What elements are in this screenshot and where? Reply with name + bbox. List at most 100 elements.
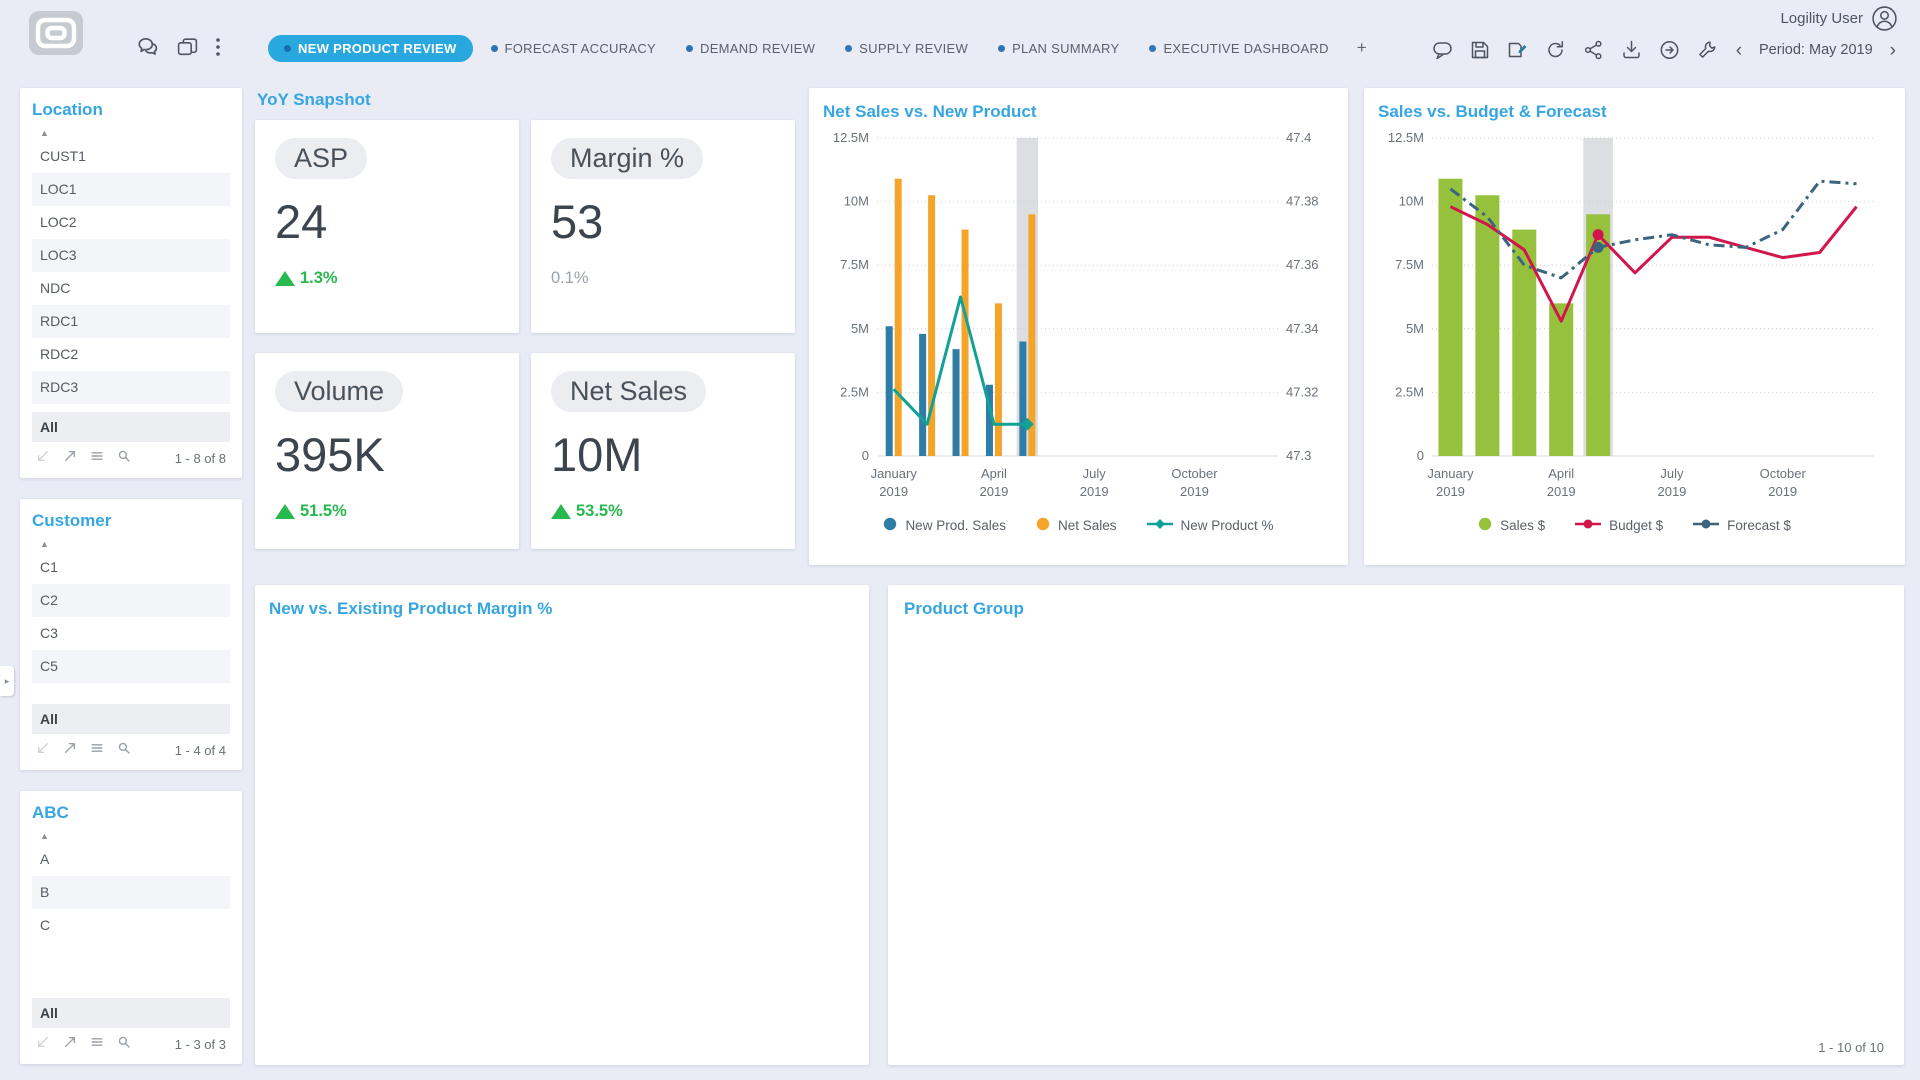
pagination-label: 1 - 10 of 10: [1818, 1040, 1884, 1055]
tab-dot-icon: [284, 45, 291, 52]
tab-plan-summary[interactable]: PLAN SUMMARY: [986, 35, 1131, 62]
legend-swatch-icon: [1036, 517, 1050, 534]
kpi-delta: 1.3%: [275, 269, 338, 288]
filter-item-loc1[interactable]: LOC1: [32, 173, 230, 206]
filter-list: CUST1LOC1LOC2LOC3NDCRDC1RDC2RDC3: [32, 140, 230, 404]
legend-item-net-sales[interactable]: Net Sales: [1036, 517, 1117, 534]
period-next-button[interactable]: ›: [1888, 41, 1898, 60]
filter-item-c3[interactable]: C3: [32, 617, 230, 650]
save-icon[interactable]: [1469, 39, 1491, 61]
kpi-value: 53: [551, 194, 603, 249]
legend-label: Sales $: [1500, 518, 1545, 533]
net-sales-vs-new-product-svg[interactable]: 12.5M47.410M47.387.5M47.365M47.342.5M47.…: [823, 126, 1334, 510]
tab-dot-icon: [998, 45, 1005, 52]
filter-item-all[interactable]: All: [32, 998, 230, 1028]
user-menu[interactable]: Logility User: [1780, 5, 1898, 32]
legend-item-new-prod-sales[interactable]: New Prod. Sales: [883, 517, 1006, 534]
go-arrow-circle-icon[interactable]: [1658, 39, 1681, 61]
table-title: Product Group: [904, 599, 1888, 619]
tab-label: DEMAND REVIEW: [700, 41, 815, 56]
sort-ascending-icon[interactable]: ▲: [40, 128, 230, 138]
filter-item-all[interactable]: All: [32, 412, 230, 442]
svg-text:2019: 2019: [1657, 484, 1686, 499]
tab-executive-dashboard[interactable]: EXECUTIVE DASHBOARD: [1137, 35, 1340, 62]
filter-list: C1C2C3C5: [32, 551, 230, 683]
filter-item-cust1[interactable]: CUST1: [32, 140, 230, 173]
legend-swatch-icon: [1693, 518, 1719, 533]
add-tab-button[interactable]: +: [1347, 34, 1377, 62]
svg-text:5M: 5M: [1406, 321, 1424, 336]
sales-vs-budget-forecast-panel: Sales vs. Budget & Forecast 12.5M10M7.5M…: [1364, 88, 1905, 565]
filter-item-c2[interactable]: C2: [32, 584, 230, 617]
filter-item-rdc3[interactable]: RDC3: [32, 371, 230, 404]
kebab-menu-icon[interactable]: [215, 36, 221, 58]
legend-item-budget-[interactable]: Budget $: [1575, 518, 1663, 533]
filter-item-c1[interactable]: C1: [32, 551, 230, 584]
legend-item-forecast-[interactable]: Forecast $: [1693, 518, 1791, 533]
search-icon[interactable]: [117, 1035, 131, 1054]
sidebar-collapse-handle[interactable]: ▸: [0, 666, 14, 696]
tab-new-product-review[interactable]: NEW PRODUCT REVIEW: [268, 35, 473, 62]
topbar-controls: ‹ Period: May 2019 ›: [1431, 39, 1898, 61]
filter-item-c5[interactable]: C5: [32, 650, 230, 683]
topbar-left-icons: [136, 36, 221, 58]
drill-up-icon[interactable]: [63, 1035, 77, 1054]
legend-label: Forecast $: [1727, 518, 1791, 533]
period-prev-button[interactable]: ‹: [1734, 41, 1744, 60]
sort-ascending-icon[interactable]: ▲: [40, 539, 230, 549]
kpi-label: Net Sales: [551, 371, 706, 412]
comment-icon[interactable]: [1431, 39, 1454, 61]
pagination-label: 1 - 4 of 4: [175, 743, 226, 758]
drill-up-icon[interactable]: [63, 741, 77, 760]
wrench-icon[interactable]: [1696, 39, 1719, 61]
chat-icon[interactable]: [136, 36, 160, 58]
tab-label: EXECUTIVE DASHBOARD: [1163, 41, 1328, 56]
refresh-icon[interactable]: [1544, 39, 1567, 61]
menu-icon[interactable]: [90, 741, 104, 760]
drill-down-icon[interactable]: [36, 449, 50, 468]
filter-item-b[interactable]: B: [32, 876, 230, 909]
share-icon[interactable]: [1582, 39, 1605, 61]
folders-icon[interactable]: [176, 36, 199, 58]
kpi-value: 395K: [275, 427, 385, 482]
delta-up-icon: [551, 504, 571, 519]
svg-text:July: July: [1660, 466, 1684, 481]
filter-panel-abc: ABC ▲ ABC All 1 - 3 of 3: [20, 791, 242, 1064]
kpi-value: 10M: [551, 427, 642, 482]
filter-item-loc3[interactable]: LOC3: [32, 239, 230, 272]
filter-toolbar: 1 - 4 of 4: [32, 734, 230, 762]
menu-icon[interactable]: [90, 1035, 104, 1054]
filter-item-c[interactable]: C: [32, 909, 230, 942]
kpi-cards: ASP241.3%Margin %530.1%Volume395K51.5%Ne…: [255, 120, 795, 549]
search-icon[interactable]: [117, 449, 131, 468]
menu-icon[interactable]: [90, 449, 104, 468]
search-icon[interactable]: [117, 741, 131, 760]
sales-vs-budget-forecast-svg[interactable]: 12.5M10M7.5M5M2.5M0January2019April2019J…: [1378, 126, 1891, 510]
filter-item-all[interactable]: All: [32, 704, 230, 734]
user-name: Logility User: [1780, 10, 1863, 27]
app-root: NEW PRODUCT REVIEWFORECAST ACCURACY DEMAN…: [0, 0, 1920, 1080]
svg-text:April: April: [981, 466, 1007, 481]
legend-item-sales-[interactable]: Sales $: [1478, 517, 1545, 534]
filter-item-a[interactable]: A: [32, 843, 230, 876]
filter-item-rdc2[interactable]: RDC2: [32, 338, 230, 371]
tab-supply-review[interactable]: SUPPLY REVIEW: [833, 35, 980, 62]
filter-item-rdc1[interactable]: RDC1: [32, 305, 230, 338]
tab-demand-review[interactable]: DEMAND REVIEW: [674, 35, 827, 62]
download-icon[interactable]: [1620, 39, 1643, 61]
filter-item-ndc[interactable]: NDC: [32, 272, 230, 305]
app-logo-icon[interactable]: [28, 10, 84, 56]
kpi-card-net-sales: Net Sales10M53.5%: [531, 353, 795, 549]
tab-forecast-accuracy[interactable]: FORECAST ACCURACY: [479, 35, 669, 62]
sort-ascending-icon[interactable]: ▲: [40, 831, 230, 841]
filter-toolbar: 1 - 8 of 8: [32, 442, 230, 470]
chart-legend: Sales $ Budget $ Forecast $: [1378, 517, 1891, 534]
save-as-edit-icon[interactable]: [1506, 39, 1529, 61]
drill-down-icon[interactable]: [36, 741, 50, 760]
svg-text:2019: 2019: [1180, 484, 1209, 499]
drill-down-icon[interactable]: [36, 1035, 50, 1054]
legend-item-new-product-[interactable]: New Product %: [1147, 518, 1274, 533]
drill-up-icon[interactable]: [63, 449, 77, 468]
net-sales-vs-new-product-chart: 12.5M47.410M47.387.5M47.365M47.342.5M47.…: [823, 126, 1334, 515]
filter-item-loc2[interactable]: LOC2: [32, 206, 230, 239]
